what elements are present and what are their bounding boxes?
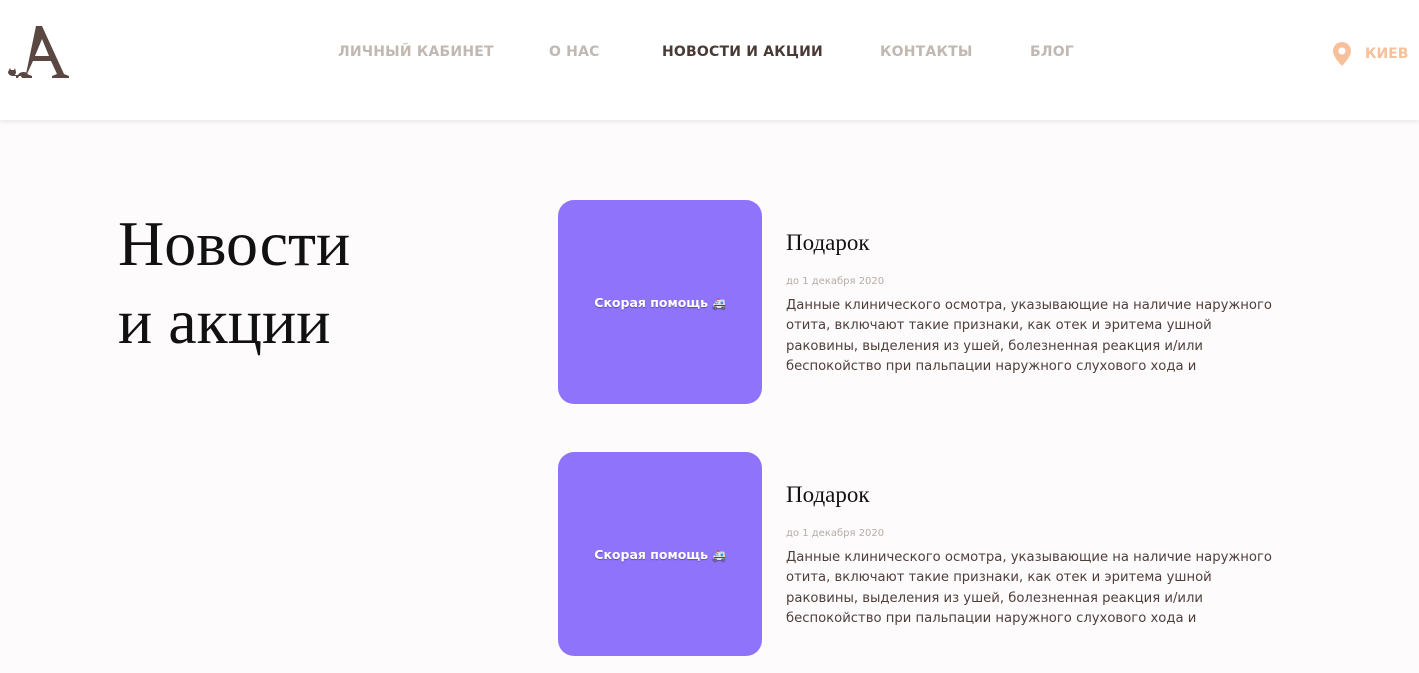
map-pin-icon bbox=[1333, 42, 1351, 66]
news-item: Скорая помощь 🚑 Подарок до 1 декабря 2020… bbox=[558, 200, 1278, 405]
city-selector[interactable]: КИЕВ bbox=[1333, 40, 1408, 68]
news-image[interactable]: Скорая помощь 🚑 bbox=[558, 452, 762, 656]
nav-item-about[interactable]: О НАС bbox=[549, 44, 600, 60]
news-image-caption: Скорая помощь 🚑 bbox=[594, 547, 725, 562]
news-title[interactable]: Подарок bbox=[786, 228, 870, 258]
news-image-caption-text: Скорая помощь bbox=[594, 546, 709, 562]
site-header: ЛИЧНЫЙ КАБИНЕТ О НАС НОВОСТИ И АКЦИИ КОН… bbox=[0, 0, 1419, 120]
nav-item-news-and-promotions[interactable]: НОВОСТИ И АКЦИИ bbox=[662, 44, 823, 60]
news-image[interactable]: Скорая помощь 🚑 bbox=[558, 200, 762, 404]
news-date: до 1 декабря 2020 bbox=[786, 276, 885, 287]
ambulance-icon: 🚑 bbox=[712, 296, 726, 310]
nav-item-contacts[interactable]: КОНТАКТЫ bbox=[880, 44, 973, 60]
news-excerpt: Данные клинического осмотра, указывающие… bbox=[786, 550, 1272, 626]
nav-item-personal-account[interactable]: ЛИЧНЫЙ КАБИНЕТ bbox=[338, 44, 494, 60]
news-image-caption-text: Скорая помощь bbox=[594, 294, 709, 310]
news-item: Скорая помощь 🚑 Подарок до 1 декабря 2020… bbox=[558, 452, 1278, 657]
main-nav: ЛИЧНЫЙ КАБИНЕТ О НАС НОВОСТИ И АКЦИИ КОН… bbox=[0, 44, 1419, 64]
page-title-line-2: и акции bbox=[118, 286, 331, 357]
news-image-caption: Скорая помощь 🚑 bbox=[594, 295, 725, 310]
news-date: до 1 декабря 2020 bbox=[786, 528, 885, 539]
news-excerpt: Данные клинического осмотра, указывающие… bbox=[786, 298, 1272, 374]
ambulance-icon: 🚑 bbox=[712, 548, 726, 562]
page-title: Новости и акции bbox=[118, 205, 498, 361]
nav-item-blog[interactable]: БЛОГ bbox=[1030, 44, 1074, 60]
city-label: КИЕВ bbox=[1365, 46, 1409, 62]
news-title[interactable]: Подарок bbox=[786, 480, 870, 510]
page-title-line-1: Новости bbox=[118, 208, 351, 279]
